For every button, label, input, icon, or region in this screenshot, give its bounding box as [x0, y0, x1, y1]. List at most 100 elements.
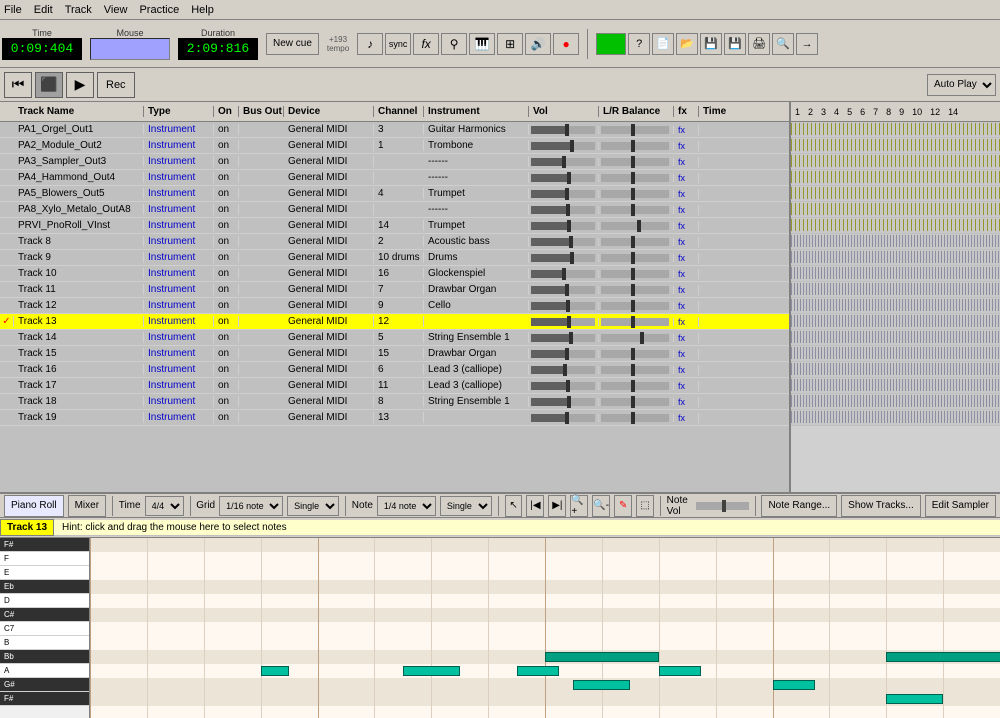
balance-slider[interactable]	[601, 142, 669, 150]
track-balance[interactable]	[599, 350, 674, 358]
note-range-button[interactable]: Note Range...	[761, 495, 837, 517]
balance-slider[interactable]	[601, 398, 669, 406]
track-fx[interactable]: fx	[674, 157, 699, 167]
track-on[interactable]: on	[214, 172, 239, 183]
track-on[interactable]: on	[214, 156, 239, 167]
track-vol[interactable]	[529, 270, 599, 278]
track-on[interactable]: on	[214, 204, 239, 215]
track-row[interactable]: PA8_Xylo_Metalo_OutA8 Instrument on Gene…	[0, 202, 789, 218]
menu-edit[interactable]: Edit	[34, 4, 53, 16]
track-balance[interactable]	[599, 318, 674, 326]
timeline-track-row[interactable]	[791, 330, 1000, 346]
track-balance[interactable]	[599, 302, 674, 310]
midi-note[interactable]	[403, 666, 460, 676]
timeline-track-row[interactable]	[791, 394, 1000, 410]
rec-button[interactable]: Rec	[97, 72, 135, 98]
note-vol-slider[interactable]	[696, 502, 749, 510]
track-fx[interactable]: fx	[674, 205, 699, 215]
track-balance[interactable]	[599, 206, 674, 214]
search-icon[interactable]: 🔍	[772, 33, 794, 55]
menu-practice[interactable]: Practice	[139, 4, 179, 16]
track-vol[interactable]	[529, 126, 599, 134]
track-vol[interactable]	[529, 142, 599, 150]
timeline-track-row[interactable]	[791, 186, 1000, 202]
track-fx[interactable]: fx	[674, 269, 699, 279]
fx-icon[interactable]: fx	[413, 33, 439, 55]
track-row[interactable]: Track 17 Instrument on General MIDI 11 L…	[0, 378, 789, 394]
track-fx[interactable]: fx	[674, 381, 699, 391]
track-on[interactable]: on	[214, 220, 239, 231]
track-fx[interactable]: fx	[674, 173, 699, 183]
track-row[interactable]: Track 12 Instrument on General MIDI 9 Ce…	[0, 298, 789, 314]
new-cue-button[interactable]: New cue	[266, 33, 319, 55]
track-on[interactable]: on	[214, 396, 239, 407]
midi-note[interactable]	[886, 694, 943, 704]
vol-slider[interactable]	[531, 142, 595, 150]
key-d[interactable]: D	[0, 594, 89, 608]
track-vol[interactable]	[529, 158, 599, 166]
piano-roll-tab[interactable]: Piano Roll	[4, 495, 64, 517]
snap2-icon[interactable]: ▶|	[548, 495, 566, 517]
track-vol[interactable]	[529, 174, 599, 182]
track-fx[interactable]: fx	[674, 397, 699, 407]
track-balance[interactable]	[599, 414, 674, 422]
track-row[interactable]: Track 9 Instrument on General MIDI 10 dr…	[0, 250, 789, 266]
midi-note[interactable]	[517, 666, 560, 676]
track-vol[interactable]	[529, 414, 599, 422]
timeline-track-row[interactable]	[791, 154, 1000, 170]
track-row[interactable]: PA4_Hammond_Out4 Instrument on General M…	[0, 170, 789, 186]
track-fx[interactable]: fx	[674, 141, 699, 151]
track-on[interactable]: on	[214, 380, 239, 391]
track-row[interactable]: PA1_Orgel_Out1 Instrument on General MID…	[0, 122, 789, 138]
track-row[interactable]: PRVI_PnoRoll_VInst Instrument on General…	[0, 218, 789, 234]
track-balance[interactable]	[599, 142, 674, 150]
vol-slider[interactable]	[531, 254, 595, 262]
mixer-tab[interactable]: Mixer	[68, 495, 106, 517]
balance-slider[interactable]	[601, 222, 669, 230]
timeline-track-row[interactable]	[791, 218, 1000, 234]
timeline-track-row[interactable]	[791, 378, 1000, 394]
key-c7[interactable]: C7	[0, 622, 89, 636]
piano-icon[interactable]: 🎹	[469, 33, 495, 55]
balance-slider[interactable]	[601, 158, 669, 166]
track-row[interactable]: PA2_Module_Out2 Instrument on General MI…	[0, 138, 789, 154]
timeline-track-row[interactable]	[791, 138, 1000, 154]
midi-note[interactable]	[773, 680, 816, 690]
balance-slider[interactable]	[601, 382, 669, 390]
midi-note[interactable]	[261, 666, 289, 676]
autoplay-select[interactable]: Auto Play	[927, 74, 996, 96]
balance-slider[interactable]	[601, 414, 669, 422]
balance-slider[interactable]	[601, 270, 669, 278]
track-vol[interactable]	[529, 238, 599, 246]
track-balance[interactable]	[599, 158, 674, 166]
menu-view[interactable]: View	[104, 4, 128, 16]
track-vol[interactable]	[529, 398, 599, 406]
track-fx[interactable]: fx	[674, 189, 699, 199]
track-fx[interactable]: fx	[674, 253, 699, 263]
menu-help[interactable]: Help	[191, 4, 214, 16]
key-gsharp[interactable]: G#	[0, 678, 89, 692]
track-balance[interactable]	[599, 190, 674, 198]
folder-icon[interactable]: 📂	[676, 33, 698, 55]
track-fx[interactable]: fx	[674, 125, 699, 135]
track-vol[interactable]	[529, 222, 599, 230]
balance-slider[interactable]	[601, 366, 669, 374]
balance-slider[interactable]	[601, 174, 669, 182]
track-fx[interactable]: fx	[674, 413, 699, 423]
balance-slider[interactable]	[601, 302, 669, 310]
zoom-in-icon[interactable]: 🔍+	[570, 495, 588, 517]
track-on[interactable]: on	[214, 348, 239, 359]
save-icon[interactable]: 💾	[700, 33, 722, 55]
vol-slider[interactable]	[531, 190, 595, 198]
track-balance[interactable]	[599, 254, 674, 262]
track-vol[interactable]	[529, 318, 599, 326]
timeline-track-row[interactable]	[791, 122, 1000, 138]
track-balance[interactable]	[599, 382, 674, 390]
track-on[interactable]: on	[214, 268, 239, 279]
track-vol[interactable]	[529, 334, 599, 342]
track-balance[interactable]	[599, 334, 674, 342]
balance-slider[interactable]	[601, 126, 669, 134]
vol-slider[interactable]	[531, 206, 595, 214]
midi-note[interactable]	[573, 680, 630, 690]
track-vol[interactable]	[529, 302, 599, 310]
